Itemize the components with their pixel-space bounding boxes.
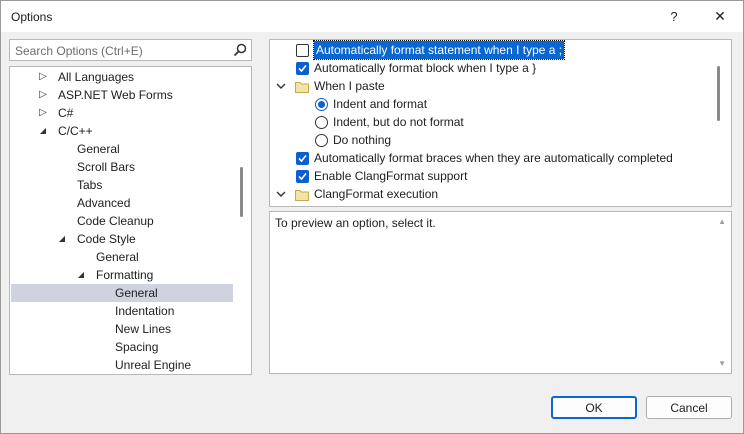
tree-item-label: All Languages [58, 70, 135, 84]
tree-item[interactable]: New Lines [11, 320, 233, 338]
option-checkbox-row[interactable]: Automatically format block when I type a… [270, 59, 710, 77]
option-label: Do nothing [333, 133, 392, 147]
tree-item[interactable]: ◢ Code Style [11, 230, 233, 248]
options-dialog: Options ? ✕ Search Options (Ctrl+E) ▷ All… [0, 0, 744, 434]
option-checkbox-row[interactable]: Automatically format braces when they ar… [270, 149, 710, 167]
tree-item[interactable]: ▷ All Languages [11, 68, 233, 86]
radio-button[interactable] [315, 134, 328, 147]
window-title: Options [11, 10, 53, 24]
option-label: Automatically format block when I type a… [314, 61, 537, 75]
tree-item[interactable]: Tabs [11, 176, 233, 194]
option-label: Automatically format braces when they ar… [314, 151, 673, 165]
tree-item-label: General [115, 286, 158, 300]
option-radio-row[interactable]: Indent, but do not format [270, 113, 710, 131]
tree-item-label: Unreal Engine [115, 358, 192, 372]
options-panel[interactable]: Automatically format statement when I ty… [269, 39, 732, 207]
tree-item-label: ASP.NET Web Forms [58, 88, 173, 102]
option-label: Enable ClangFormat support [314, 169, 468, 183]
search-input[interactable]: Search Options (Ctrl+E) [9, 39, 252, 61]
chevron-down-icon[interactable] [275, 77, 287, 95]
checkbox[interactable] [296, 152, 309, 165]
option-checkbox-row[interactable]: Automatically format statement when I ty… [270, 40, 710, 60]
tree-item[interactable]: Scroll Bars [11, 158, 233, 176]
tree-item-label: Code Style [77, 232, 136, 246]
tree-item[interactable]: Code Cleanup [11, 212, 233, 230]
collapsed-arrow-icon[interactable]: ▷ [37, 68, 49, 86]
help-button[interactable]: ? [651, 1, 697, 32]
tree-item-label: Advanced [77, 196, 131, 210]
close-button[interactable]: ✕ [697, 1, 743, 32]
options-tree[interactable]: ▷ All Languages ▷ ASP.NET Web Forms ▷ C# ◢ C/C+… [9, 66, 252, 375]
option-radio-row[interactable]: Indent and format [270, 95, 710, 113]
tree-item-label: Tabs [77, 178, 103, 192]
chevron-down-icon[interactable] [275, 185, 287, 203]
tree-item[interactable]: General [11, 248, 233, 266]
collapsed-arrow-icon[interactable]: ▷ [37, 104, 49, 122]
checkbox[interactable] [296, 170, 309, 183]
option-label: When I paste [314, 79, 385, 93]
tree-item[interactable]: Unreal Engine [11, 356, 233, 374]
option-label: Automatically format statement when I ty… [312, 40, 566, 60]
tree-scrollbar[interactable] [240, 167, 243, 217]
tree-item-label: Indentation [115, 304, 175, 318]
option-group-row[interactable]: When I paste [270, 77, 710, 95]
option-checkbox-row[interactable]: Enable ClangFormat support [270, 167, 710, 185]
tree-item[interactable]: ◢ Formatting [11, 266, 233, 284]
scroll-down-arrow-icon[interactable]: ▼ [718, 359, 726, 368]
tree-item-label: Spacing [115, 340, 159, 354]
radio-button[interactable] [315, 98, 328, 111]
tree-item[interactable]: General [11, 284, 233, 302]
folder-icon [295, 80, 309, 93]
tree-item-label: General [77, 142, 120, 156]
expanded-arrow-icon[interactable]: ◢ [56, 230, 68, 248]
option-label: Indent and format [333, 97, 428, 111]
option-radio-row[interactable]: Do nothing [270, 131, 710, 149]
tree-item-label: New Lines [115, 322, 172, 336]
scroll-up-arrow-icon[interactable]: ▲ [718, 217, 726, 226]
tree-item-label: Code Cleanup [77, 214, 154, 228]
tree-item-label: C# [58, 106, 74, 120]
tree-item-label: General [96, 250, 139, 264]
expanded-arrow-icon[interactable]: ◢ [37, 122, 49, 140]
tree-item-label: Scroll Bars [77, 160, 136, 174]
tree-item[interactable]: Spacing [11, 338, 233, 356]
checkbox[interactable] [296, 44, 309, 57]
option-label: Indent, but do not format [333, 115, 464, 129]
search-placeholder: Search Options (Ctrl+E) [15, 44, 143, 58]
tree-item[interactable]: ▷ ASP.NET Web Forms [11, 86, 233, 104]
checkbox[interactable] [296, 62, 309, 75]
tree-item-label: Formatting [96, 268, 154, 282]
collapsed-arrow-icon[interactable]: ▷ [37, 86, 49, 104]
folder-icon [295, 188, 309, 201]
cancel-button[interactable]: Cancel [646, 396, 732, 419]
description-panel: To preview an option, select it. ▲ ▼ [269, 211, 732, 374]
tree-item[interactable]: Advanced [11, 194, 233, 212]
expanded-arrow-icon[interactable]: ◢ [75, 266, 87, 284]
ok-button[interactable]: OK [551, 396, 637, 419]
search-icon[interactable] [232, 42, 248, 58]
tree-item-label: C/C++ [58, 124, 93, 138]
tree-item[interactable]: ▷ C# [11, 104, 233, 122]
option-group-row[interactable]: ClangFormat execution [270, 185, 710, 203]
description-text: To preview an option, select it. [275, 216, 436, 230]
options-scrollbar[interactable] [717, 66, 720, 121]
tree-item[interactable]: ◢ C/C++ [11, 122, 233, 140]
radio-button[interactable] [315, 116, 328, 129]
option-label: ClangFormat execution [314, 187, 439, 201]
title-bar[interactable]: Options ? ✕ [1, 1, 743, 32]
tree-item[interactable]: Indentation [11, 302, 233, 320]
tree-item[interactable]: General [11, 140, 233, 158]
